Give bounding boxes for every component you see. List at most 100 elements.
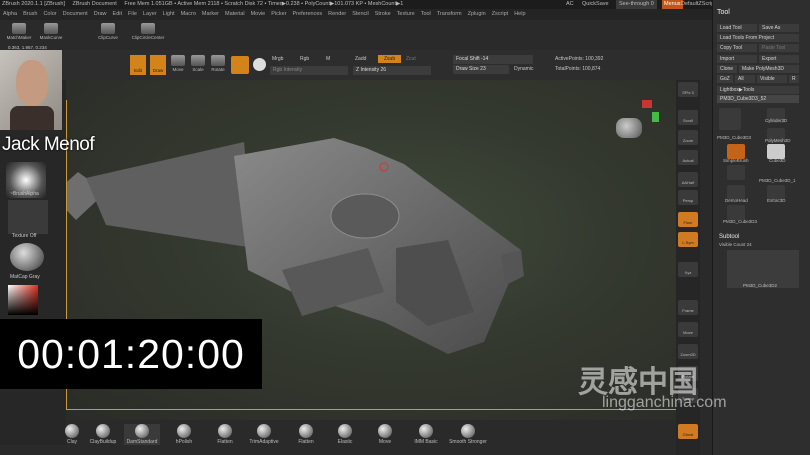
lightbox-tools-button[interactable]: Lightbox▶Tools — [717, 86, 799, 94]
export-button[interactable]: Export — [759, 55, 799, 63]
menu-texture[interactable]: Texture — [397, 9, 415, 20]
nav-cube-icon[interactable] — [616, 118, 642, 138]
tool-thumb-simplebrush[interactable] — [727, 144, 745, 159]
spix-button[interactable]: SPix 3 — [678, 82, 698, 97]
load-tool-button[interactable]: Load Tool — [717, 24, 757, 32]
all-button[interactable]: All — [735, 75, 755, 83]
menu-file[interactable]: File — [128, 9, 137, 20]
zadd-button[interactable]: Zadd — [355, 56, 366, 62]
load-from-project-button[interactable]: Load Tools From Project — [717, 34, 799, 42]
menu-picker[interactable]: Picker — [271, 9, 286, 20]
menus-button[interactable]: Menus — [662, 0, 683, 9]
clipcirclecenter-button[interactable]: ClipCircleCenter — [126, 23, 170, 40]
quicksave-button[interactable]: QuickSave — [582, 0, 609, 9]
rgb-button[interactable]: Rgb — [300, 56, 309, 62]
menu-material[interactable]: Material — [225, 9, 245, 20]
actual-button[interactable]: Actual — [678, 150, 698, 165]
tool-tray: Tool Load Tool Save As Load Tools From P… — [712, 0, 810, 455]
copy-tool-button[interactable]: Copy Tool — [717, 44, 757, 52]
draw-size-slider[interactable]: Draw Size 23 — [453, 65, 509, 74]
r-button[interactable]: R — [789, 75, 799, 83]
aahalf-button[interactable]: AAHalf — [678, 172, 698, 187]
menu-macro[interactable]: Macro — [181, 9, 196, 20]
menu-stroke[interactable]: Stroke — [375, 9, 391, 20]
brush-trimadaptive[interactable]: TrimAdaptive — [246, 424, 282, 445]
save-as-button[interactable]: Save As — [759, 24, 799, 32]
move-view-button[interactable]: Move — [678, 322, 698, 337]
edit-button[interactable]: Edit — [130, 55, 146, 75]
menu-light[interactable]: Light — [163, 9, 175, 20]
current-tool-slider[interactable]: PM3D_Cube3D3_52 — [717, 95, 799, 103]
import-button[interactable]: Import — [717, 55, 757, 63]
paste-tool-button[interactable]: Paste Tool — [759, 44, 799, 52]
zsub-button[interactable]: Zsub — [378, 55, 402, 63]
brush-claybuildup[interactable]: ClayBuildup — [88, 424, 118, 445]
tool-thumb-pm3d-cube[interactable] — [727, 205, 745, 220]
brush-smooth-stronger[interactable]: Smooth Stronger — [446, 424, 490, 445]
see-through-slider[interactable]: See-through 0 — [616, 0, 657, 9]
rotate-button[interactable]: Rotate — [210, 55, 226, 72]
menu-alpha[interactable]: Alpha — [3, 9, 17, 20]
menu-layer[interactable]: Layer — [143, 9, 157, 20]
scroll-button[interactable]: Scroll — [678, 110, 698, 125]
mrgb-button[interactable]: Mrgb — [272, 56, 283, 62]
texture-thumbnail[interactable] — [8, 200, 48, 234]
tool-thumb-current[interactable] — [719, 108, 741, 130]
material-swatch-button[interactable] — [231, 56, 249, 74]
clipcurve-button[interactable]: ClipCurve — [96, 23, 120, 40]
zcut-button[interactable]: Zcut — [406, 56, 416, 62]
brush-hpolish[interactable]: hPolish — [170, 424, 198, 445]
tool-thumb-pm3d[interactable] — [727, 165, 745, 180]
xyz-button[interactable]: Xyz — [678, 262, 698, 277]
menu-help[interactable]: Help — [514, 9, 525, 20]
rgb-intensity-slider[interactable]: Rgb Intensity — [270, 66, 348, 75]
default-script-button[interactable]: DefaultZScript — [681, 0, 716, 9]
menu-document[interactable]: Document — [63, 9, 88, 20]
z-intensity-slider[interactable]: Z Intensity 26 — [353, 66, 431, 75]
color-sphere-icon[interactable] — [253, 58, 266, 71]
menu-render[interactable]: Render — [328, 9, 346, 20]
zoom-button[interactable]: Zoom — [678, 130, 698, 145]
brush-planar[interactable]: Flatten — [212, 424, 238, 445]
menu-color[interactable]: Color — [43, 9, 56, 20]
menu-movie[interactable]: Movie — [251, 9, 266, 20]
brush-clay[interactable]: Clay — [62, 424, 82, 445]
draw-button[interactable]: Draw — [150, 55, 166, 75]
menu-preferences[interactable]: Preferences — [293, 9, 323, 20]
matchmaker-button[interactable]: MatchMaker — [4, 23, 34, 40]
color-picker[interactable] — [8, 285, 38, 315]
dynamic-button[interactable]: Dynamic — [514, 66, 533, 72]
menu-tool[interactable]: Tool — [421, 9, 431, 20]
focal-shift-slider[interactable]: Focal Shift -14 — [453, 55, 533, 64]
brush-damstandard[interactable]: DamStandard — [124, 424, 160, 445]
ac-button[interactable]: AC — [566, 0, 574, 9]
make-polymesh-button[interactable]: Make PolyMesh3D — [739, 65, 799, 73]
lsym-button[interactable]: L.Sym — [678, 232, 698, 247]
menu-brush[interactable]: Brush — [23, 9, 37, 20]
frame-button[interactable]: Frame — [678, 300, 698, 315]
menu-zscript[interactable]: Zscript — [492, 9, 509, 20]
persp-button[interactable]: Persp — [678, 190, 698, 205]
maskcurve-button[interactable]: MaskCurve — [36, 23, 66, 40]
menu-stencil[interactable]: Stencil — [352, 9, 369, 20]
subtool-header[interactable]: Subtool — [719, 234, 739, 240]
visible-button[interactable]: Visible — [757, 75, 787, 83]
m-button[interactable]: M — [326, 56, 330, 62]
menu-zplugin[interactable]: Zplugin — [468, 9, 486, 20]
menu-transform[interactable]: Transform — [437, 9, 462, 20]
brush-flatten[interactable]: Flatten — [294, 424, 318, 445]
goz-button[interactable]: GoZ — [717, 75, 733, 83]
floor-button[interactable]: Floor — [678, 212, 698, 227]
brush-imm-basic[interactable]: IMM Basic — [410, 424, 442, 445]
menu-draw[interactable]: Draw — [94, 9, 107, 20]
brush-elastic[interactable]: Elastic — [334, 424, 356, 445]
menu-marker[interactable]: Marker — [202, 9, 219, 20]
material-sphere[interactable] — [10, 243, 44, 271]
menu-edit[interactable]: Edit — [113, 9, 122, 20]
ghost-button[interactable]: Ghost — [678, 424, 698, 439]
brush-move[interactable]: Move — [374, 424, 396, 445]
scale-button[interactable]: Scale — [190, 55, 206, 72]
move-button[interactable]: Move — [170, 55, 186, 72]
tool-thumb-cube[interactable] — [767, 144, 785, 159]
clone-button[interactable]: Clone — [717, 65, 737, 73]
